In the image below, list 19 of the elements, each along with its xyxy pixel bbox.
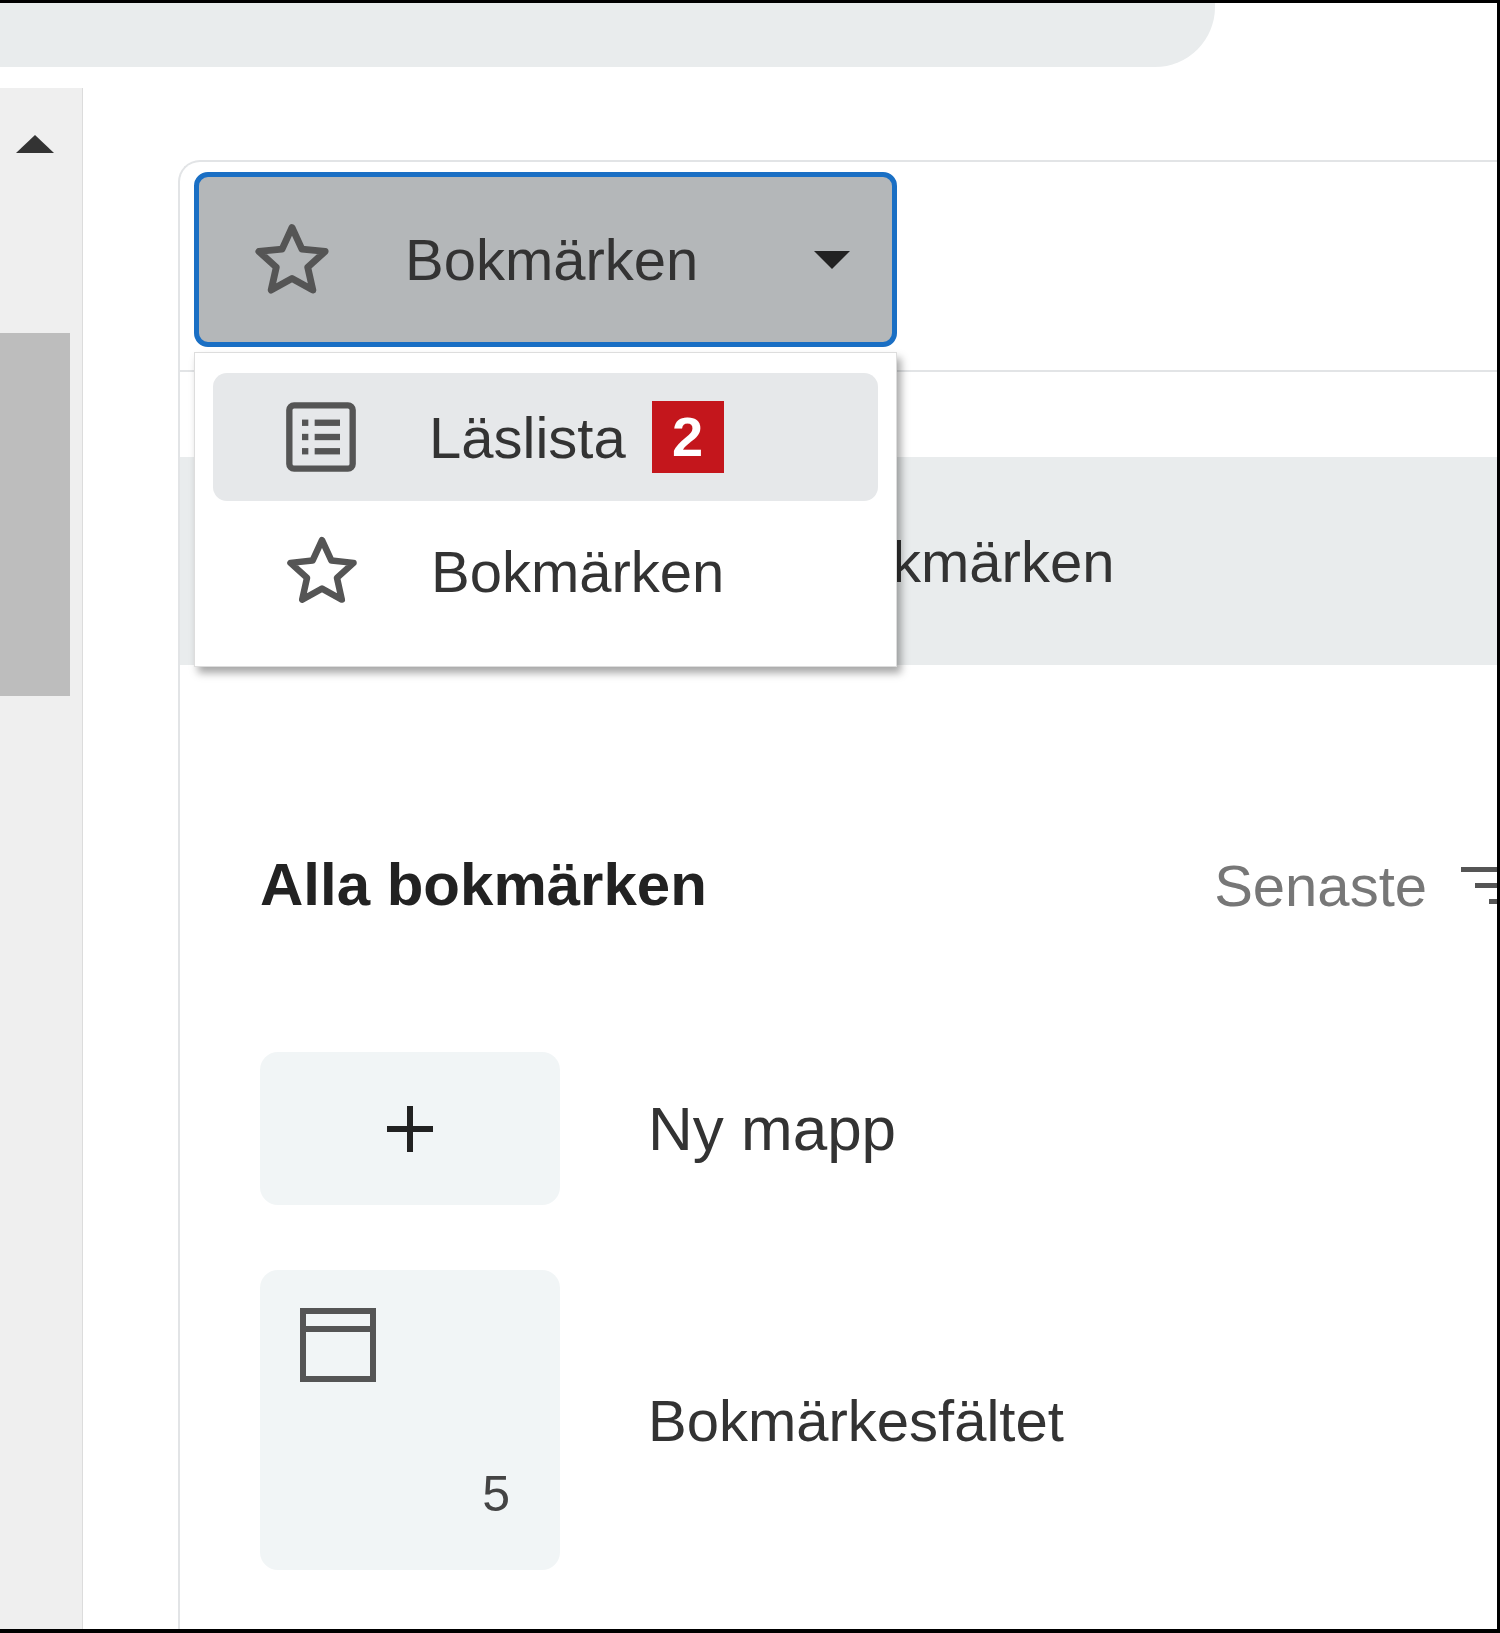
- scroll-up-icon[interactable]: [14, 133, 56, 155]
- scrollbar-thumb[interactable]: [0, 333, 70, 696]
- window-icon: [300, 1308, 376, 1382]
- count-badge: 2: [651, 401, 724, 473]
- sort-label[interactable]: Senaste: [1214, 841, 1427, 929]
- dropdown-button[interactable]: Bokmärken: [194, 172, 897, 347]
- list-icon: [283, 399, 359, 475]
- folder-name[interactable]: Bokmärkesfältet: [648, 1376, 1064, 1464]
- section-title: Alla bokmärken: [260, 850, 707, 920]
- scrollbar[interactable]: [0, 88, 83, 1629]
- caret-icon: [812, 248, 852, 271]
- menu-item[interactable]: Bokmärken: [213, 501, 878, 641]
- address-bar[interactable]: [0, 3, 1215, 67]
- folder-tile[interactable]: 5: [260, 1270, 560, 1570]
- new-folder-label[interactable]: Ny mapp: [648, 1082, 897, 1175]
- add-folder-tile[interactable]: [260, 1052, 560, 1205]
- item-count: 5: [482, 1465, 510, 1524]
- row-label: kmärken: [892, 527, 1115, 596]
- menu-item[interactable]: Läslista 2: [213, 373, 878, 501]
